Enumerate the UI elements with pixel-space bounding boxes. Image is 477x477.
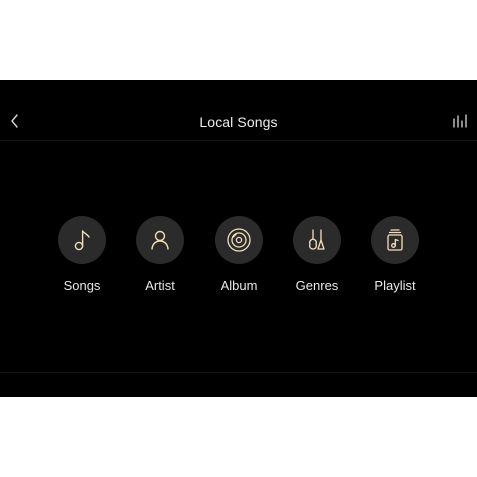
- genres-icon-circle: [293, 216, 341, 264]
- instruments-icon: [308, 229, 325, 250]
- music-note-icon: [74, 230, 90, 251]
- category-playlist[interactable]: Playlist: [355, 216, 435, 293]
- artist-icon-circle: [136, 216, 184, 264]
- category-genres[interactable]: Genres: [277, 216, 357, 293]
- category-label-songs: Songs: [63, 278, 101, 293]
- category-album[interactable]: Album: [199, 216, 279, 293]
- album-icon-circle: [215, 216, 263, 264]
- category-label-artist: Artist: [145, 278, 175, 293]
- page-title: Local Songs: [199, 114, 278, 130]
- local-songs-screen: Local Songs Songs Artist Album Genres Pl…: [0, 80, 477, 397]
- playlist-icon: [387, 229, 403, 251]
- person-icon: [151, 230, 169, 250]
- bottom-divider: [0, 372, 477, 373]
- category-songs[interactable]: Songs: [42, 216, 122, 293]
- category-label-playlist: Playlist: [374, 278, 416, 293]
- category-artist[interactable]: Artist: [120, 216, 200, 293]
- header-bar: Local Songs: [0, 80, 477, 141]
- playlist-icon-circle: [371, 216, 419, 264]
- equalizer-bars-icon: [453, 114, 467, 128]
- category-label-album: Album: [220, 278, 258, 293]
- equalizer-button[interactable]: [452, 113, 468, 129]
- disc-icon: [227, 228, 251, 252]
- songs-icon-circle: [58, 216, 106, 264]
- category-label-genres: Genres: [295, 278, 339, 293]
